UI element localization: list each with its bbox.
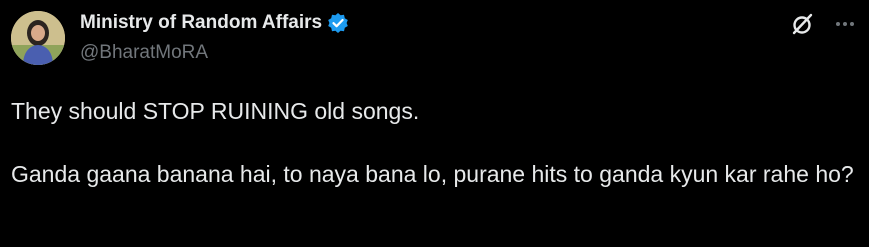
author-display-name[interactable]: Ministry of Random Affairs xyxy=(80,12,322,34)
verified-badge-icon xyxy=(327,12,349,34)
more-options-icon[interactable] xyxy=(831,10,859,38)
tweet-text: They should STOP RUINING old songs. Gand… xyxy=(11,96,856,190)
grok-icon[interactable] xyxy=(789,10,817,38)
author-handle[interactable]: @BharatMoRA xyxy=(80,42,208,64)
tweet-paragraph: They should STOP RUINING old songs. xyxy=(11,98,420,124)
tweet-top-actions xyxy=(789,10,859,38)
avatar[interactable] xyxy=(11,11,65,65)
tweet-card: Ministry of Random Affairs @BharatMoRA T… xyxy=(0,0,869,247)
author-name-row: Ministry of Random Affairs xyxy=(80,12,349,34)
tweet-paragraph: Ganda gaana banana hai, to naya bana lo,… xyxy=(11,161,854,187)
